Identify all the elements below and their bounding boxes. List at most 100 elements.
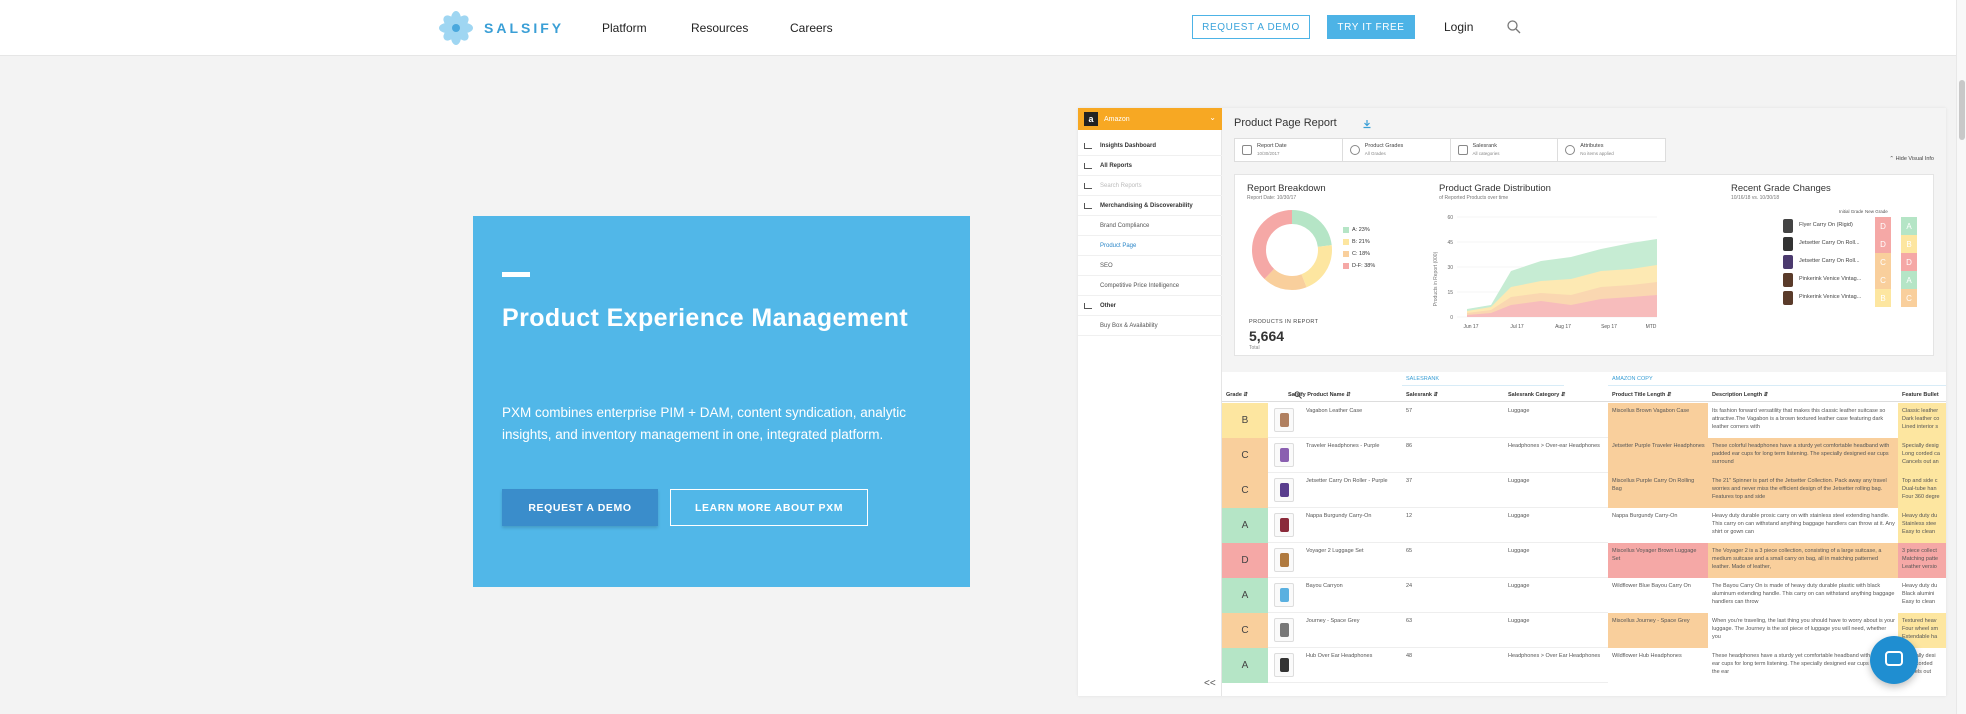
sidebar-item[interactable]: Search Reports [1078, 176, 1222, 196]
feature-bullet-cell: Specially desig Long corded ca Cancels o… [1898, 438, 1946, 473]
filter-salesrank[interactable]: Salesrank All categories [1451, 139, 1559, 161]
title-length-cell: Nappa Burgundy Carry-On [1608, 508, 1708, 543]
sidebar-item-label: Brand Compliance [1100, 222, 1150, 229]
nav-platform[interactable]: Platform [602, 21, 647, 35]
nav-careers[interactable]: Careers [790, 21, 833, 35]
product-name-cell: Nappa Burgundy Carry-On [1306, 513, 1372, 519]
table-row[interactable]: C Journey - Space Grey 63 Luggage Miscellus … [1222, 613, 1946, 648]
title-length-cell: Jetsetter Purple Traveler Headphones [1608, 438, 1708, 473]
scrollbar-thumb[interactable] [1959, 80, 1965, 140]
col-product-name[interactable]: Salsify Product Name ⇵ [1268, 388, 1402, 402]
col-description-length[interactable]: Description Length ⇵ [1708, 388, 1898, 402]
table-row[interactable]: B Vagabon Leather Case 57 Luggage Miscellus … [1222, 403, 1946, 438]
sidebar-item[interactable]: Merchandising & Discoverability [1078, 196, 1222, 216]
sidebar-item-label: Other [1100, 302, 1117, 309]
x-tick: Jun 17 [1463, 324, 1478, 330]
grade-change-row: Flyer Carry On (Rigid) D A [1783, 217, 1933, 237]
report-sidebar: a Amazon ⌄ Insights Dashboard All Reports… [1078, 108, 1222, 696]
product-name-cell: Traveler Headphones - Purple [1306, 443, 1380, 449]
col-feature-bullet[interactable]: Feature Bullet [1898, 388, 1946, 402]
collapse-sidebar-icon[interactable]: << [1204, 678, 1216, 689]
hero-request-demo-button[interactable]: REQUEST A DEMO [502, 489, 658, 526]
grade-cell: A [1222, 508, 1268, 543]
grade-change-product: Flyer Carry On (Rigid) [1799, 222, 1853, 228]
legend-item-c: C: 18% [1343, 251, 1370, 257]
grade-distribution-chart: Products in Report (000) 60 45 30 15 0 J… [1433, 215, 1657, 330]
download-icon[interactable] [1362, 119, 1372, 129]
sidebar-item-label: Product Page [1100, 242, 1137, 249]
request-demo-button[interactable]: REQUEST A DEMO [1192, 15, 1310, 39]
sidebar-item[interactable]: Insights Dashboard [1078, 136, 1222, 156]
chevron-down-icon: ⌄ [1209, 113, 1216, 122]
legend-label: C: 18% [1352, 251, 1371, 257]
col-salesrank-category[interactable]: Salesrank Category ⇵ [1504, 388, 1608, 402]
salsify-logo[interactable]: SALSIFY [438, 10, 564, 46]
sidebar-item-label: Competitive Price Intelligence [1100, 282, 1180, 289]
col-grade[interactable]: Grade ⇵ [1222, 388, 1268, 402]
hero-description: PXM combines enterprise PIM + DAM, conte… [502, 405, 907, 442]
table-row[interactable]: A Hub Over Ear Headphones 48 Headphones > O… [1222, 648, 1946, 683]
search-icon[interactable] [1506, 19, 1522, 35]
grade-cell: A [1222, 578, 1268, 613]
col-salesrank[interactable]: Salesrank ⇵ [1402, 388, 1504, 402]
grade-cell: C [1222, 438, 1268, 473]
filter-attributes[interactable]: Attributes No items applied [1558, 139, 1665, 161]
feature-bullet-cell: 3 piece collect Matching patte Leather v… [1898, 543, 1946, 578]
filter-title: Salesrank [1472, 143, 1497, 149]
product-image-shape [1280, 518, 1289, 532]
sidebar-item[interactable]: Product Page [1078, 236, 1222, 256]
try-free-button[interactable]: TRY IT FREE [1327, 15, 1415, 39]
table-search-icon[interactable] [1294, 391, 1302, 399]
grade-change-row: Pinkerink Venice Vintag... B C [1783, 289, 1933, 309]
description-length-cell: The 21" Spinner is part of the Jetsetter… [1708, 473, 1898, 508]
salesrank-cell: 57 [1406, 408, 1413, 414]
col-title-length[interactable]: Product Title Length ⇵ [1608, 388, 1708, 402]
sidebar-item[interactable]: Brand Compliance [1078, 216, 1222, 236]
salesrank-category-cell: Headphones > Over Ear Headphones [1508, 653, 1601, 659]
grade-cell: B [1222, 403, 1268, 438]
product-name-cell: Vagabon Leather Case [1306, 408, 1363, 414]
hero-title: Product Experience Management [502, 304, 909, 332]
hide-visual-info-toggle[interactable]: ⌃ Hide Visual Info [1889, 156, 1934, 162]
sidebar-item[interactable]: SEO [1078, 256, 1222, 276]
sidebar-item[interactable]: All Reports [1078, 156, 1222, 176]
grade-change-product: Pinkerink Venice Vintag... [1799, 294, 1862, 300]
table-row[interactable]: C Jetsetter Carry On Roller - Purple 37 Lug… [1222, 473, 1946, 508]
report-main: Product Page Report Report Date 10/30/201… [1222, 108, 1946, 696]
login-link[interactable]: Login [1444, 20, 1473, 34]
page-scrollbar[interactable] [1956, 0, 1966, 714]
account-name: Amazon [1104, 115, 1130, 123]
salesrank-cell: 37 [1406, 478, 1413, 484]
sidebar-item-label: Merchandising & Discoverability [1100, 202, 1193, 209]
site-header: SALSIFY Platform Resources Careers REQUE… [0, 0, 1956, 56]
sidebar-item[interactable]: Competitive Price Intelligence [1078, 276, 1222, 296]
initial-grade-badge: C [1875, 253, 1891, 271]
grade-donut-chart [1252, 210, 1332, 290]
product-page-report-screenshot: a Amazon ⌄ Insights Dashboard All Reports… [1078, 108, 1946, 696]
sidebar-item-label: Insights Dashboard [1100, 142, 1157, 149]
learn-more-pxm-button[interactable]: LEARN MORE ABOUT PXM [670, 489, 868, 526]
product-image [1274, 583, 1294, 607]
sidebar-item[interactable]: Buy Box & Availability [1078, 316, 1222, 336]
grade-change-row: Pinkerink Venice Vintag... C A [1783, 271, 1933, 291]
feature-bullet-cell: Top and side c Dual-tube han Four 360 de… [1898, 473, 1946, 508]
col-header-label: Salesrank Category [1508, 392, 1560, 398]
feature-bullet-cell: Heavy duty du Black alumini Easy to clea… [1898, 578, 1946, 613]
filter-report-date[interactable]: Report Date 10/30/2017 [1235, 139, 1343, 161]
chat-launcher-button[interactable] [1870, 636, 1918, 684]
product-image [1274, 548, 1294, 572]
sidebar-item[interactable]: Other [1078, 296, 1222, 316]
filter-product-grades[interactable]: Product Grades All Grades [1343, 139, 1451, 161]
table-row[interactable]: C Traveler Headphones - Purple 86 Headphone… [1222, 438, 1946, 473]
nav-resources[interactable]: Resources [691, 21, 748, 35]
title-length-cell: Miscellus Voyager Brown Luggage Set [1608, 543, 1708, 578]
salesrank-category-cell: Luggage [1508, 478, 1530, 484]
table-row[interactable]: A Nappa Burgundy Carry-On 12 Luggage Nappa B… [1222, 508, 1946, 543]
grade-change-product: Jetsetter Carry On Roll... [1799, 258, 1860, 264]
chart-icon [1457, 145, 1468, 155]
table-row[interactable]: D Voyager 2 Luggage Set 65 Luggage Miscellus… [1222, 543, 1946, 578]
hero-card: Product Experience Management PXM combin… [473, 216, 970, 587]
account-selector[interactable]: a Amazon ⌄ [1078, 108, 1222, 130]
table-row[interactable]: A Bayou Carryon 24 Luggage Wildflower Blue B… [1222, 578, 1946, 613]
salesrank-cell: 65 [1406, 548, 1413, 554]
